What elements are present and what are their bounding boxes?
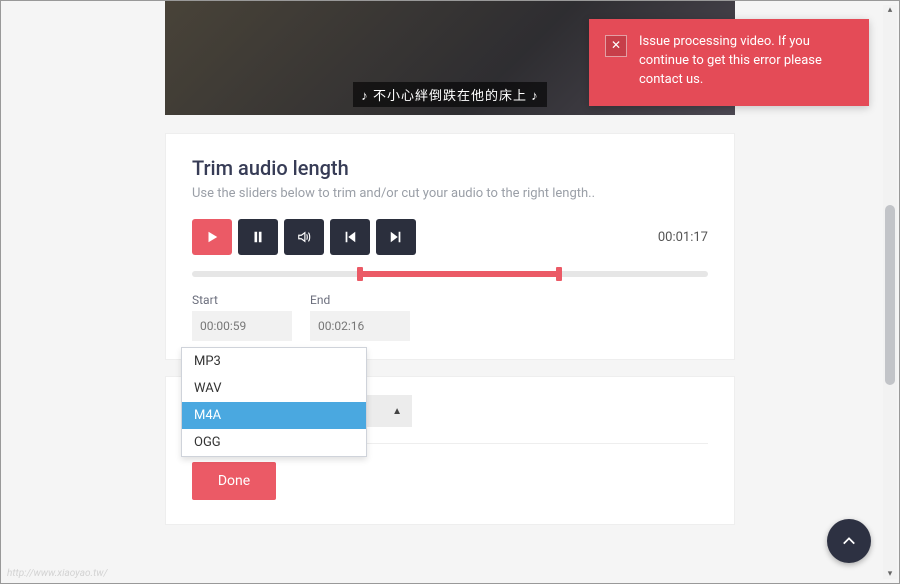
scrollbar-arrow-down-icon[interactable]: ▾ — [883, 569, 897, 579]
trim-slider-track[interactable] — [192, 271, 708, 277]
scrollbar-thumb[interactable] — [885, 205, 895, 385]
end-label: End — [310, 293, 410, 307]
scroll-top-button[interactable] — [827, 519, 871, 563]
trim-handle-end[interactable] — [556, 267, 562, 281]
play-button[interactable] — [192, 219, 232, 255]
start-label: Start — [192, 293, 292, 307]
duration-display: 00:01:17 — [658, 230, 708, 245]
scrollbar-arrow-up-icon[interactable]: ▴ — [883, 5, 897, 15]
pause-icon — [251, 230, 265, 244]
prev-button[interactable] — [330, 219, 370, 255]
volume-button[interactable] — [284, 219, 324, 255]
volume-icon — [297, 230, 311, 244]
next-button[interactable] — [376, 219, 416, 255]
close-icon: ✕ — [611, 37, 621, 54]
skip-forward-icon — [389, 230, 403, 244]
video-subtitle: ♪ 不小心絆倒跌在他的床上 ♪ — [353, 82, 546, 107]
done-button[interactable]: Done — [192, 462, 276, 500]
pause-button[interactable] — [238, 219, 278, 255]
start-input[interactable]: 00:00:59 — [192, 311, 292, 341]
format-dropdown: MP3 WAV M4A OGG — [181, 347, 367, 457]
toast-message: Issue processing video. If you continue … — [639, 33, 853, 90]
caret-up-icon: ▲ — [392, 406, 402, 417]
trim-slider-range — [357, 271, 558, 277]
vertical-scrollbar[interactable]: ▴ ▾ — [883, 5, 897, 579]
trim-card: Trim audio length Use the sliders below … — [165, 133, 735, 360]
format-option-wav[interactable]: WAV — [182, 375, 366, 402]
player-controls: 00:01:17 — [192, 219, 708, 255]
chevron-up-icon — [842, 534, 856, 548]
end-input[interactable]: 00:02:16 — [310, 311, 410, 341]
trim-subtitle: Use the sliders below to trim and/or cut… — [192, 186, 708, 201]
format-option-mp3[interactable]: MP3 — [182, 348, 366, 375]
format-option-m4a[interactable]: M4A — [182, 402, 366, 429]
trim-handle-start[interactable] — [357, 267, 363, 281]
watermark-text: http://www.xiaoyao.tw/ — [7, 568, 108, 579]
play-icon — [205, 230, 219, 244]
toast-close-button[interactable]: ✕ — [605, 35, 627, 57]
error-toast: ✕ Issue processing video. If you continu… — [589, 19, 869, 106]
time-inputs: Start 00:00:59 End 00:02:16 — [192, 293, 708, 341]
format-option-ogg[interactable]: OGG — [182, 429, 366, 456]
trim-title: Trim audio length — [192, 156, 708, 180]
skip-back-icon — [343, 230, 357, 244]
